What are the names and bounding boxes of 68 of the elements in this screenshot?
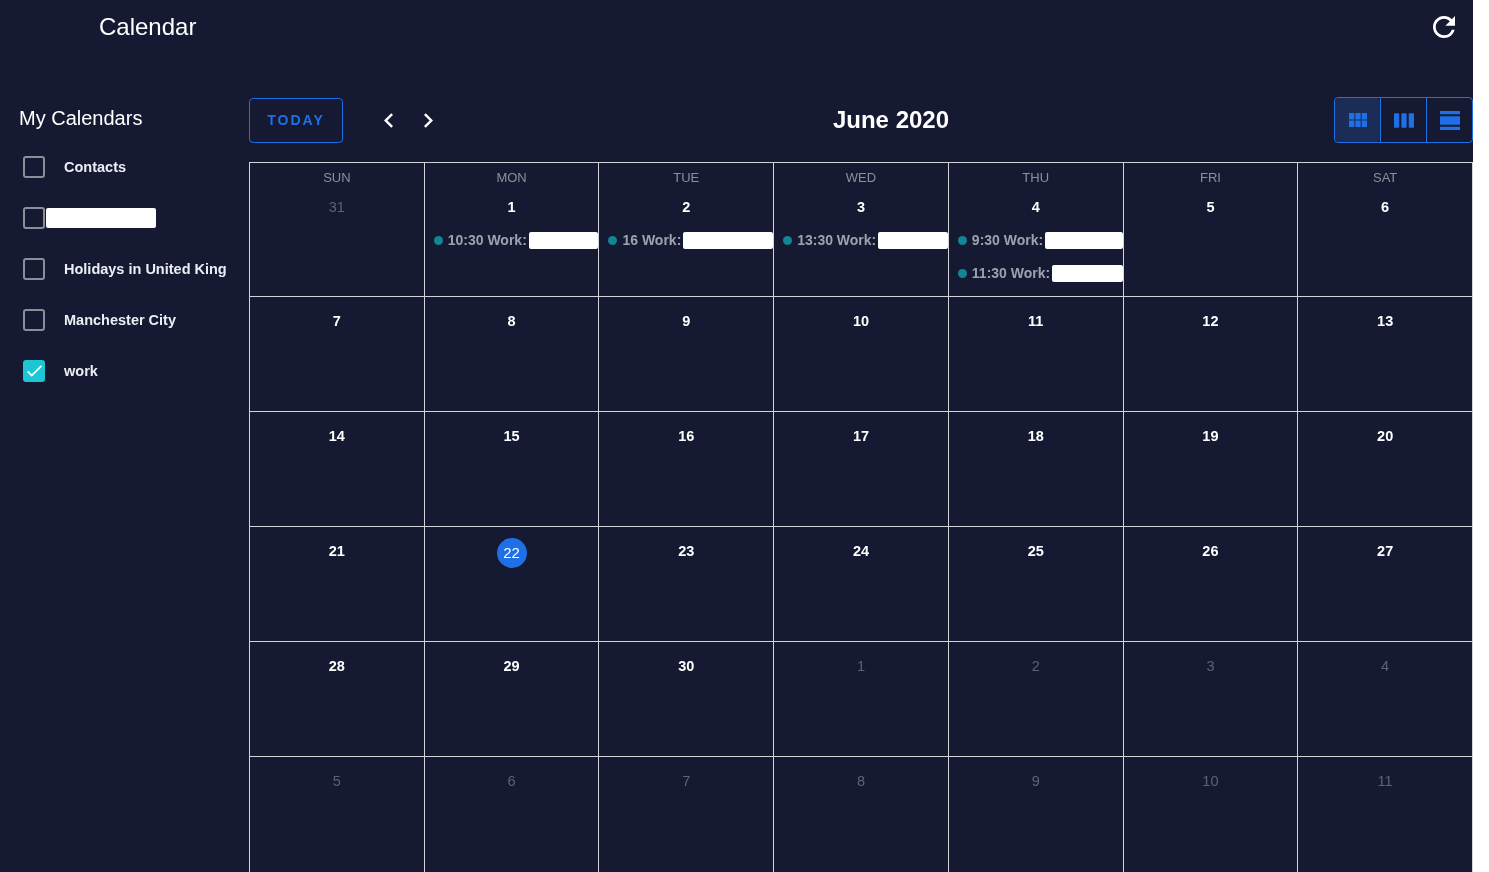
today-button[interactable]: TODAY — [249, 97, 343, 143]
calendar-label: work — [64, 362, 98, 379]
day-number[interactable]: 26 — [1202, 541, 1219, 561]
event-title[interactable]: 10:30 Work: — [447, 232, 527, 248]
calendar-label: Manchester City — [64, 311, 176, 328]
checkbox[interactable] — [23, 206, 45, 229]
refresh-icon[interactable] — [1433, 16, 1455, 38]
event-dot-icon — [783, 235, 793, 245]
month-title: June 2020 — [832, 106, 950, 134]
day-number[interactable]: 28 — [328, 656, 345, 676]
weekday-label: SUN — [323, 169, 351, 187]
day-number[interactable]: 25 — [1027, 541, 1044, 561]
weekday-label: WED — [845, 169, 877, 187]
day-number[interactable]: 23 — [678, 541, 695, 561]
event-dot-icon — [433, 235, 443, 245]
day-number[interactable]: 8 — [507, 311, 516, 331]
event-dot-icon — [957, 268, 967, 278]
day-number[interactable]: 27 — [1377, 541, 1394, 561]
weekday-label: TUE — [673, 169, 700, 187]
day-number[interactable]: 29 — [503, 656, 520, 676]
day-number[interactable]: 21 — [328, 541, 345, 561]
day-number[interactable]: 9 — [682, 311, 691, 331]
day-number[interactable]: 22 — [496, 538, 527, 568]
day-number[interactable]: 4 — [1031, 197, 1040, 217]
calendar-label: Contacts — [64, 158, 127, 175]
event-title[interactable]: 11:30 Work: — [971, 265, 1051, 281]
app-title: Calendar — [99, 13, 197, 41]
day-number[interactable]: 17 — [852, 426, 870, 446]
day-number[interactable]: 30 — [678, 656, 695, 676]
day-number[interactable]: 6 — [1381, 197, 1390, 217]
checkbox[interactable] — [23, 308, 45, 331]
day-number[interactable]: 1 — [507, 197, 516, 217]
check-icon — [26, 364, 42, 377]
calendar-label: Holidays in United King — [64, 260, 227, 277]
sidebar-heading: My Calendars — [19, 106, 143, 130]
event-title[interactable]: 16 Work: — [622, 232, 682, 248]
chevron-right-icon[interactable] — [423, 112, 433, 128]
day-number[interactable]: 16 — [678, 426, 695, 446]
day-number[interactable]: 20 — [1377, 426, 1394, 446]
day-number[interactable]: 7 — [332, 311, 341, 331]
day-number[interactable]: 12 — [1202, 311, 1219, 331]
view-button[interactable] — [1335, 98, 1380, 142]
checkbox[interactable] — [23, 359, 45, 382]
columns-icon — [1393, 112, 1414, 128]
weekday-label: SAT — [1372, 169, 1398, 187]
day-number[interactable]: 19 — [1202, 426, 1219, 446]
day-number[interactable]: 13 — [1377, 311, 1394, 331]
day-number[interactable]: 15 — [503, 426, 520, 446]
day-number[interactable]: 24 — [852, 541, 870, 561]
day-number[interactable]: 3 — [856, 197, 866, 217]
day-number[interactable]: 14 — [328, 426, 345, 446]
day-number[interactable]: 2 — [682, 197, 691, 217]
checkbox[interactable] — [23, 257, 45, 280]
stacked-bars-icon — [1439, 110, 1460, 130]
event-title[interactable]: 9:30 Work: — [971, 232, 1044, 248]
weekday-label: FRI — [1199, 169, 1221, 187]
day-number[interactable]: 5 — [1206, 197, 1215, 217]
checkbox[interactable] — [23, 155, 45, 178]
chevron-left-icon[interactable] — [383, 112, 393, 128]
day-number[interactable]: 11 — [1028, 311, 1044, 331]
day-number[interactable]: 18 — [1027, 426, 1044, 446]
event-dot-icon — [957, 235, 967, 245]
event-dot-icon — [608, 235, 618, 245]
grid-icon — [1348, 113, 1367, 127]
day-number[interactable]: 10 — [852, 311, 870, 331]
event-title[interactable]: 13:30 Work: — [797, 232, 877, 248]
weekday-label: THU — [1022, 169, 1050, 187]
weekday-label: MON — [496, 169, 527, 187]
